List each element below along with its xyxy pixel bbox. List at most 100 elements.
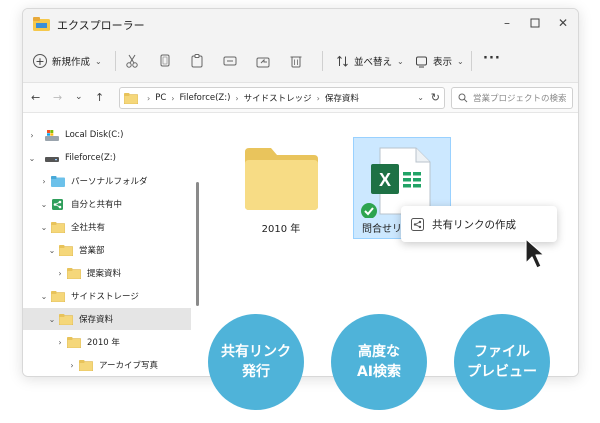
tree-item-personal-folder[interactable]: › パーソナルフォルダ [37,170,195,192]
folder-icon [59,313,73,325]
maximize-button[interactable] [526,15,544,31]
rename-icon[interactable] [222,53,238,69]
breadcrumb-saved-docs[interactable]: 保存資料 [325,92,359,104]
paste-icon[interactable] [189,53,205,69]
feature-badge-ai-search: 高度な AI検索 [331,314,427,410]
search-placeholder: 営業プロジェクトの検索 [473,94,567,104]
share-link-icon [411,217,424,231]
folder-icon [124,92,138,104]
navigation-bar: ← → ⌄ ↑ › PC › Fileforce(Z:) › サイドストレッジ … [23,83,578,113]
minimize-button[interactable]: – [498,15,516,31]
personal-folder-icon [51,175,65,187]
tree-item-2010[interactable]: › 2010 年 [53,331,195,353]
create-share-link-item[interactable]: 共有リンクの作成 [432,217,516,232]
badge-line-1: 高度な [358,343,400,360]
chevron-down-icon: ⌄ [40,199,48,209]
sidebar-scrollbar[interactable] [196,182,199,306]
mouse-cursor-icon [525,238,545,269]
tree-item-label: アーカイブ写真 [99,361,158,371]
tree-item-local-disk[interactable]: › Local Disk(C:) [25,124,195,146]
tree-item-proposals[interactable]: › 提案資料 [53,262,195,284]
forward-arrow-icon[interactable]: → [53,91,62,104]
refresh-icon[interactable]: ↻ [431,91,440,104]
sort-button[interactable]: 並べ替え ⌄ [336,53,404,69]
tree-item-label: 保存資料 [79,315,114,325]
tree-item-label: 提案資料 [87,269,122,279]
tree-item-label: 2010 年 [87,338,120,348]
folder-icon [67,267,81,279]
chevron-down-icon: ⌄ [457,56,464,66]
folder-icon [51,221,65,233]
toolbar-divider [322,51,323,71]
folder-icon [51,290,65,302]
tree-item-fileforce-drive[interactable]: ⌄ Fileforce(Z:) [25,147,195,169]
new-button-label: 新規作成 [52,57,91,68]
chevron-down-icon: ⌄ [40,291,48,301]
toolbar-divider [115,51,116,71]
badge-line-2: AI検索 [356,364,402,380]
cut-icon[interactable] [124,53,140,69]
share-icon[interactable] [255,53,271,69]
view-button[interactable]: 表示 ⌄ [415,53,464,69]
breadcrumb-chevron-icon: › [147,93,151,103]
folder-app-icon [33,17,50,31]
folder-2010-label[interactable]: 2010 年 [248,220,314,235]
delete-icon[interactable] [288,53,304,69]
badge-line-2: プレビュー [467,364,537,380]
chevron-down-icon: ⌄ [95,56,102,66]
breadcrumb-chevron-icon: › [316,93,320,103]
sort-icon [337,55,348,67]
tree-item-side-storage[interactable]: ⌄ サイドストレージ [37,285,195,307]
tree-item-saved-docs[interactable]: ⌄ 保存資料 [23,308,191,330]
network-drive-icon [45,156,59,162]
back-arrow-icon[interactable]: ← [31,91,40,104]
chevron-down-icon: ⌄ [397,56,404,66]
tree-item-label: サイドストレージ [71,292,139,302]
folder-icon [59,244,73,256]
feature-badge-share-link: 共有リンク 発行 [208,314,304,410]
file-name-label[interactable]: 問合せリスト [362,220,406,235]
chevron-down-icon: ⌄ [28,153,36,163]
feature-badge-file-preview: ファイル プレビュー [454,314,550,410]
badge-line-1: 共有リンク [221,343,291,360]
shared-icon [52,198,63,210]
badge-line-2: 発行 [242,364,270,380]
tree-item-label: 自分と共有中 [71,200,123,210]
title-bar: エクスプローラー – ✕ [23,9,578,39]
chevron-down-icon: ⌄ [48,314,56,324]
chevron-right-icon: › [42,176,46,186]
view-icon [416,56,427,67]
breadcrumb-drive[interactable]: Fileforce(Z:) [179,93,230,103]
chevron-right-icon: › [58,337,62,347]
chevron-down-icon: ⌄ [40,222,48,232]
up-arrow-icon[interactable]: ↑ [95,91,104,104]
window-title: エクスプローラー [57,19,145,32]
tree-item-label: 全社共有 [71,223,106,233]
new-button[interactable]: + 新規作成 ⌄ [33,52,102,70]
address-dropdown-icon[interactable]: ⌄ [417,93,424,102]
search-icon [458,93,468,103]
tree-item-label: Local Disk(C:) [65,130,124,140]
tree-item-sales-dept[interactable]: ⌄ 営業部 [45,239,195,261]
tree-item-archive-photos[interactable]: › アーカイブ写真 [65,354,195,376]
plus-icon: + [33,54,47,68]
tree-item-company-shared[interactable]: ⌄ 全社共有 [37,216,195,238]
folder-2010-icon[interactable] [243,146,320,212]
breadcrumb-pc[interactable]: PC [155,93,166,103]
badge-line-1: ファイル [474,343,530,360]
copy-icon[interactable] [157,53,173,69]
address-bar[interactable]: › PC › Fileforce(Z:) › サイドストレッジ › 保存資料 ⌄… [119,87,445,109]
svg-text:X: X [379,170,391,190]
close-button[interactable]: ✕ [554,15,572,31]
more-options-button[interactable]: ··· [483,51,501,66]
tree-item-label: 営業部 [79,246,105,256]
breadcrumb-side-storage[interactable]: サイドストレッジ [244,92,312,104]
chevron-down-icon: ⌄ [48,245,56,255]
search-input[interactable]: 営業プロジェクトの検索 [451,87,573,109]
tree-item-shared-with-me[interactable]: ⌄ 自分と共有中 [37,193,195,215]
local-disk-icon [45,129,59,141]
chevron-right-icon: › [30,130,34,140]
toolbar-divider [471,51,472,71]
recent-chevron-icon[interactable]: ⌄ [75,92,83,102]
tree-item-label: Fileforce(Z:) [65,153,116,163]
